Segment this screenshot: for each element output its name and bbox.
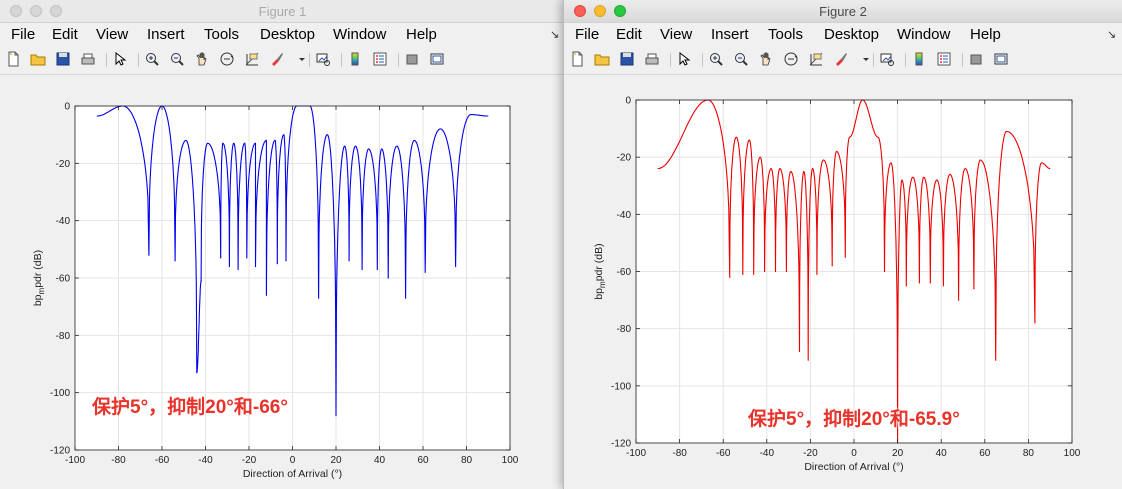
x-tick-label: 60 <box>417 455 429 466</box>
y-tick-label: -20 <box>617 153 632 164</box>
null-point <box>174 260 176 262</box>
x-tick-label: -40 <box>198 455 213 466</box>
y-axis-label: bpmpdr (dB) <box>593 243 607 299</box>
annotation-figure-1: 保护5°，抑制20°和-66° <box>92 397 288 418</box>
x-tick-label: 40 <box>936 448 948 459</box>
annotation-figure-2: 保护5°，抑制20°和-65.9° <box>748 409 960 430</box>
null-point <box>883 270 886 273</box>
null-point <box>774 270 777 273</box>
null-point <box>361 268 363 270</box>
x-tick-label: 80 <box>461 455 473 466</box>
axes-1: -100 -80 -60 -40 -20 0 20 40 60 80 100 0 -20 -40 -60 -8… <box>32 102 519 481</box>
null-point <box>376 268 378 270</box>
x-tick-label: -20 <box>242 455 257 466</box>
null-point <box>228 265 231 268</box>
x-tick-label: -80 <box>672 448 687 459</box>
null-point <box>424 271 426 273</box>
null-point <box>265 294 267 296</box>
null-point <box>929 282 931 284</box>
null-point <box>276 263 278 265</box>
null-point <box>148 254 150 256</box>
null-point <box>285 260 287 262</box>
x-tick-label: -40 <box>760 448 775 459</box>
x-tick-label: -60 <box>716 448 731 459</box>
x-tick-label: 0 <box>290 455 296 466</box>
null-point <box>335 415 337 417</box>
null-point <box>348 260 350 262</box>
x-tick-label: 20 <box>330 455 342 466</box>
null-point <box>200 280 202 282</box>
x-tick-label: -100 <box>65 455 85 466</box>
y-tick-label: -40 <box>56 216 71 227</box>
null-point <box>831 265 833 267</box>
x-tick-label: 100 <box>502 455 519 466</box>
null-point <box>995 359 997 361</box>
null-point <box>798 350 801 353</box>
x-tick-label: 0 <box>851 448 857 459</box>
y-tick-label: -120 <box>611 439 631 450</box>
null-point <box>742 273 744 275</box>
y-axis-label: bpmpdr (dB) <box>32 250 46 306</box>
null-point <box>807 359 809 361</box>
y-tick-label: -20 <box>56 159 71 170</box>
null-point <box>918 282 921 284</box>
y-tick-label: -80 <box>617 324 632 335</box>
null-point <box>1034 322 1036 324</box>
y-tick-label: 0 <box>625 96 631 107</box>
y-tick-label: -40 <box>617 210 632 221</box>
null-point <box>942 285 944 287</box>
null-point <box>405 297 407 299</box>
x-tick-label: -20 <box>803 448 818 459</box>
null-point <box>753 273 755 275</box>
null-point <box>785 270 788 273</box>
y-tick-label: -60 <box>617 267 632 278</box>
null-point <box>729 276 731 278</box>
null-point <box>318 297 320 299</box>
x-tick-label: 80 <box>1023 448 1035 459</box>
y-tick-label: -60 <box>56 274 71 285</box>
x-tick-label: -100 <box>626 448 646 459</box>
y-tick-label: 0 <box>64 102 70 113</box>
null-point <box>246 257 248 259</box>
x-axis-label: Direction of Arrival (°) <box>243 468 342 480</box>
x-tick-label: 20 <box>892 448 904 459</box>
null-point <box>237 268 239 270</box>
null-point <box>816 273 818 275</box>
x-tick-label: -60 <box>155 455 170 466</box>
x-tick-label: 60 <box>979 448 991 459</box>
x-tick-label: 40 <box>374 455 386 466</box>
null-point <box>455 265 457 268</box>
null-point <box>973 288 975 290</box>
null-point <box>958 299 960 301</box>
y-tick-label: -120 <box>50 446 70 457</box>
x-tick-label: 100 <box>1064 448 1081 459</box>
null-point <box>764 270 766 273</box>
null-point <box>387 277 389 279</box>
y-tick-label: -80 <box>56 331 71 342</box>
y-tick-label: -100 <box>50 388 70 399</box>
null-point <box>844 256 846 258</box>
null-point <box>220 257 222 259</box>
x-axis-label: Direction of Arrival (°) <box>804 461 903 473</box>
null-point <box>196 372 198 374</box>
null-point <box>905 285 907 287</box>
x-tick-label: -80 <box>111 455 126 466</box>
y-tick-label: -100 <box>611 381 631 392</box>
null-point <box>254 265 257 268</box>
